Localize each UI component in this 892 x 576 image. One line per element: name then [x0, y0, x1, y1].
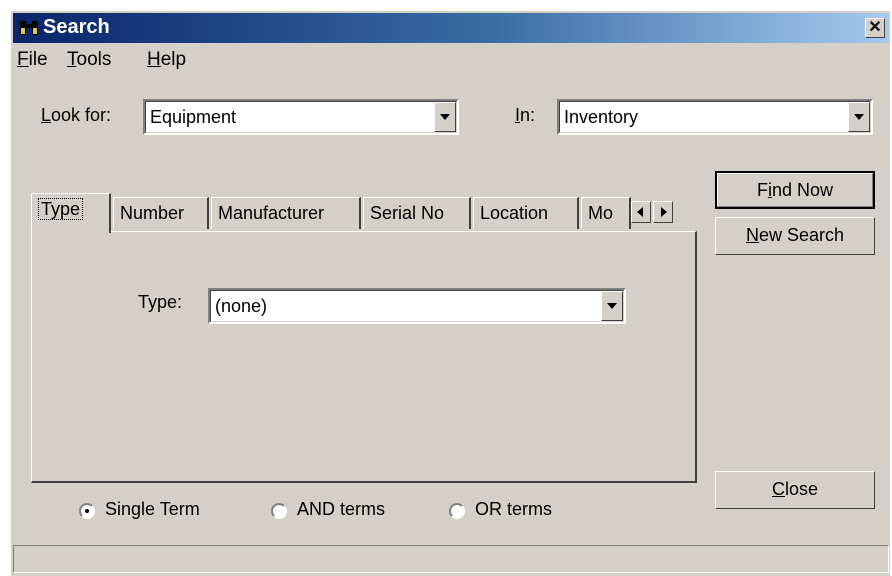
tab-serial-no[interactable]: Serial No: [363, 197, 471, 229]
in-value: Inventory: [564, 107, 639, 127]
binoculars-icon: [20, 21, 38, 35]
tab-scroll-right-button[interactable]: [653, 201, 673, 223]
find-now-button[interactable]: Find Now: [715, 171, 875, 209]
tab-manufacturer[interactable]: Manufacturer: [211, 197, 361, 229]
menu-file[interactable]: File: [17, 49, 48, 71]
in-select[interactable]: Inventory: [557, 99, 873, 135]
tab-panel-type: Type: (none): [31, 231, 697, 483]
look-for-label: Look for:: [41, 105, 112, 125]
tab-strip: Type Number Manufacturer Serial No Locat…: [31, 193, 697, 233]
tab-type[interactable]: Type: [31, 193, 111, 233]
chevron-down-icon[interactable]: [848, 102, 870, 132]
look-for-value: Equipment: [150, 107, 237, 127]
new-search-button[interactable]: New Search: [715, 217, 875, 255]
close-icon: ✕: [868, 19, 882, 36]
look-for-select[interactable]: Equipment: [143, 99, 459, 135]
radio-indicator: [271, 503, 287, 519]
arrow-right-icon: [661, 207, 667, 217]
arrow-left-icon: [637, 207, 643, 217]
type-value: (none): [215, 296, 268, 316]
window-title: Search: [43, 16, 110, 38]
radio-indicator: [79, 503, 95, 519]
close-button[interactable]: Close: [715, 471, 875, 509]
close-window-button[interactable]: ✕: [865, 18, 885, 38]
menu-tools[interactable]: Tools: [67, 49, 111, 71]
type-label: Type:: [138, 292, 183, 312]
tab-number[interactable]: Number: [113, 197, 209, 229]
radio-indicator: [449, 503, 465, 519]
status-bar: [13, 545, 889, 573]
tab-more[interactable]: Mo: [581, 197, 631, 229]
title-bar[interactable]: Search ✕: [13, 13, 889, 43]
in-label: In:: [515, 105, 536, 125]
type-select[interactable]: (none): [208, 288, 626, 324]
chevron-down-icon[interactable]: [434, 102, 456, 132]
chevron-down-icon[interactable]: [601, 291, 623, 321]
menu-help[interactable]: Help: [147, 49, 186, 71]
search-window: Search ✕ File Tools Help Look for: Equip…: [10, 10, 890, 576]
tab-location[interactable]: Location: [473, 197, 579, 229]
tab-scroll-left-button[interactable]: [631, 201, 651, 223]
